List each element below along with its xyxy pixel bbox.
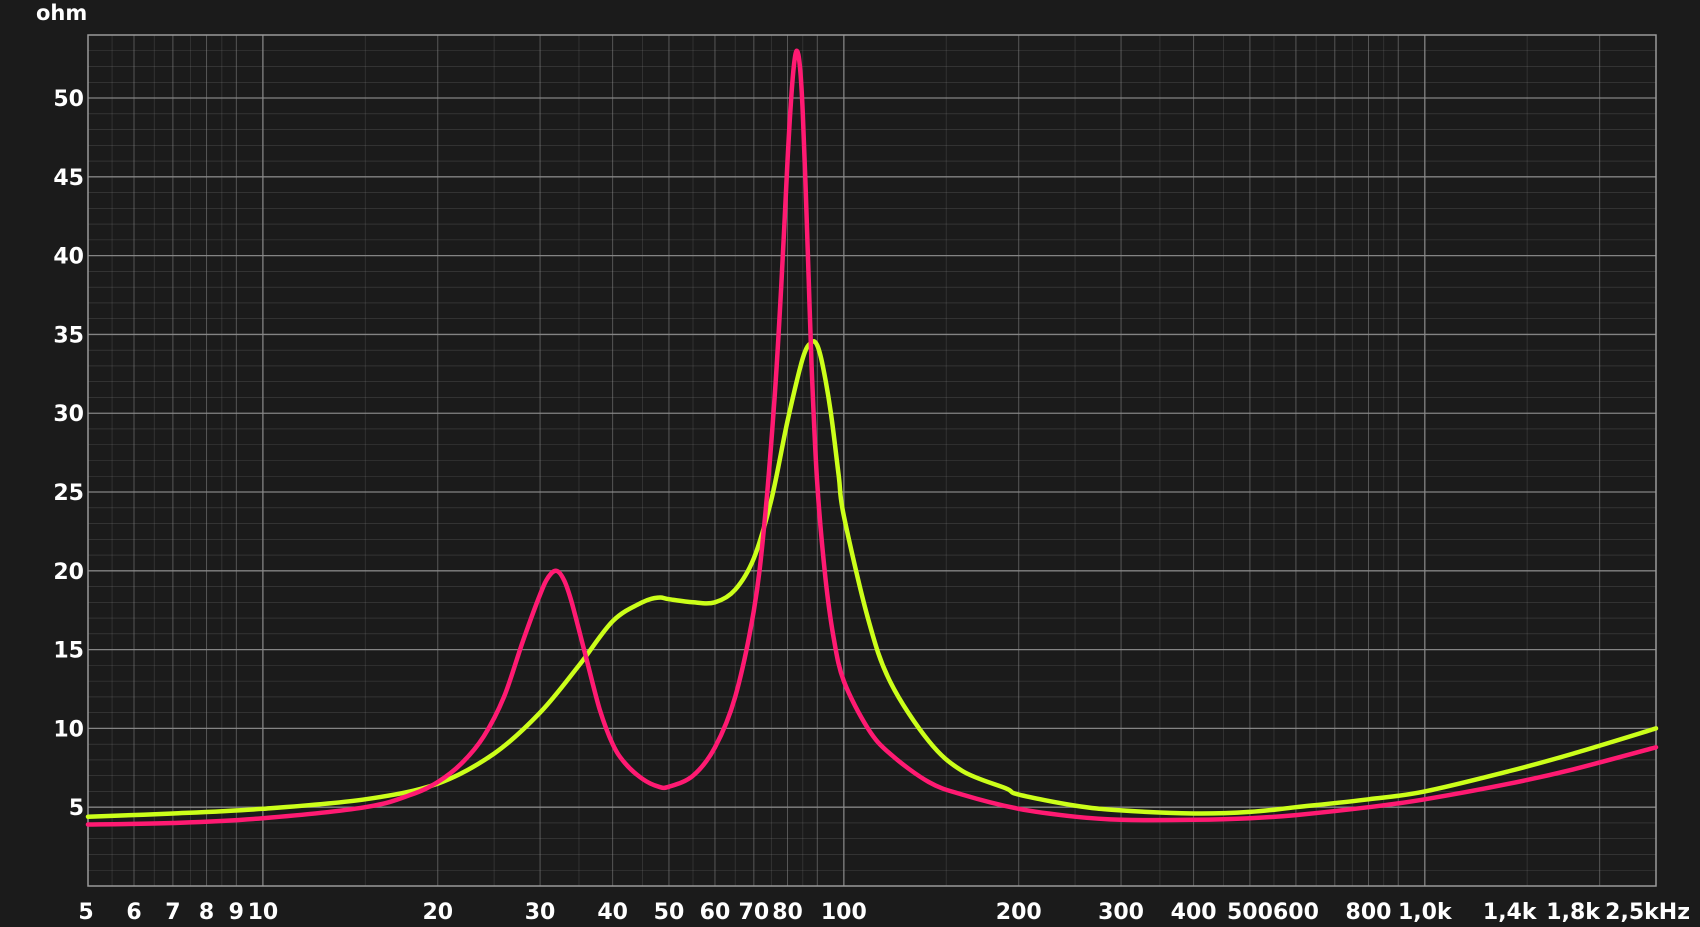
x-tick-label: 800 (1346, 900, 1392, 925)
x-tick-label: 1,8k (1546, 900, 1601, 925)
impedance-chart: 5101520253035404550 5 6 7 8 9 10 20 30 40 50 60 70 8… (0, 0, 1700, 927)
x-tick-label: 1,0k (1398, 900, 1453, 925)
x-tick-label: 600 (1273, 900, 1319, 925)
y-tick-label: 5 (69, 796, 84, 821)
y-tick-label: 50 (53, 87, 84, 112)
x-tick-label: 500 (1227, 900, 1273, 925)
x-tick-label: 2,5kHz (1605, 900, 1690, 925)
x-tick-label: 80 (772, 900, 803, 925)
x-tick-label: 20 (422, 900, 453, 925)
x-tick-label: 9 (229, 900, 244, 925)
x-tick-label: 6 (126, 900, 141, 925)
y-tick-label: 40 (53, 245, 84, 270)
x-tick-label: 300 (1098, 900, 1144, 925)
x-tick-label: 7 (165, 900, 180, 925)
y-axis-unit-label: ohm (36, 1, 87, 25)
y-tick-label: 25 (53, 481, 84, 506)
x-tick-label: 100 (821, 900, 867, 925)
x-tick-label: 200 (996, 900, 1042, 925)
x-tick-label: 30 (525, 900, 556, 925)
y-tick-label: 30 (53, 402, 84, 427)
y-tick-label: 35 (53, 323, 84, 348)
y-tick-label: 45 (53, 166, 84, 191)
x-tick-label: 60 (700, 900, 731, 925)
x-tick-label: 10 (248, 900, 279, 925)
x-tick-label: 5 (78, 900, 93, 925)
y-tick-label: 20 (53, 560, 84, 585)
y-tick-label: 10 (53, 717, 84, 742)
x-tick-label: 8 (199, 900, 214, 925)
x-tick-label: 50 (654, 900, 685, 925)
x-tick-label: 400 (1171, 900, 1217, 925)
x-tick-label: 1,4k (1483, 900, 1538, 925)
x-tick-label: 40 (597, 900, 628, 925)
y-tick-label: 15 (53, 639, 84, 664)
x-tick-label: 70 (739, 900, 770, 925)
